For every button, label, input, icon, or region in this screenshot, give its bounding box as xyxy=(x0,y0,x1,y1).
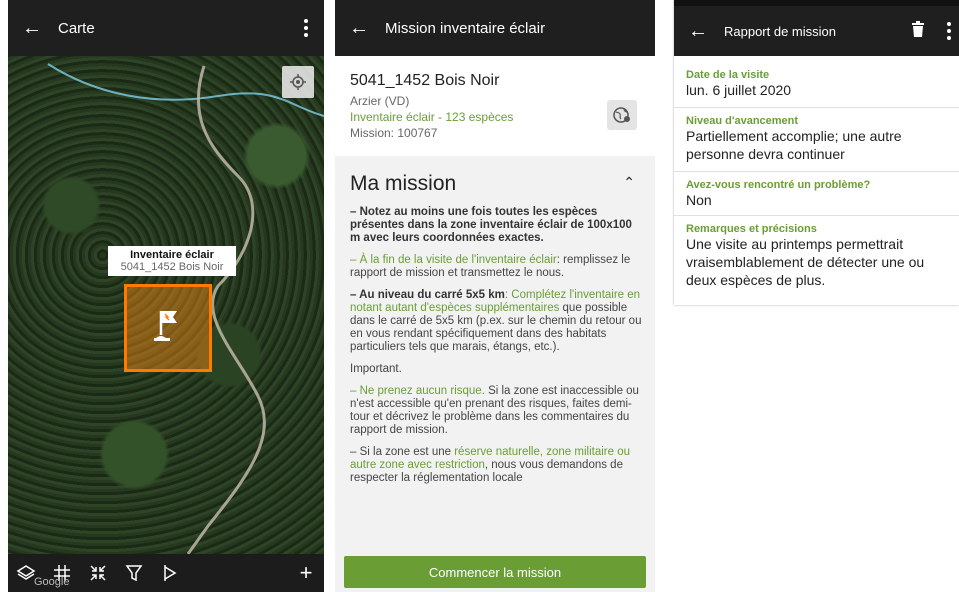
callout-title: Inventaire éclair xyxy=(130,249,214,261)
add-button[interactable]: + xyxy=(288,560,324,586)
start-mission-button[interactable]: Commencer la mission xyxy=(344,556,646,588)
globe-pin-icon xyxy=(613,107,630,123)
field-value: lun. 6 juillet 2020 xyxy=(686,82,792,98)
important-heading: Important. xyxy=(350,363,402,375)
map-app-bar: ← Carte xyxy=(8,0,324,56)
instruction-5-start: – Si la zone est une xyxy=(350,446,455,458)
page-title: Rapport de mission xyxy=(724,23,836,39)
field-value: Partiellement accomplie; une autre perso… xyxy=(686,128,902,162)
inventory-summary: Inventaire éclair - 123 espèces xyxy=(350,110,514,124)
zone-callout[interactable]: Inventaire éclair 5041_1452 Bois Noir xyxy=(108,246,236,276)
page-title: Carte xyxy=(58,19,95,37)
collapse-icon[interactable] xyxy=(80,554,116,592)
site-name: 5041_1452 Bois Noir xyxy=(350,72,500,89)
filter-icon[interactable] xyxy=(116,554,152,592)
instruction-2-highlight: – À la fin de la visite de l'inventaire … xyxy=(350,254,557,266)
mission-app-bar: ← Mission inventaire éclair xyxy=(335,0,655,56)
instruction-1: – Notez au moins une fois toutes les esp… xyxy=(350,206,632,244)
map-location-button[interactable] xyxy=(607,100,637,130)
instruction-5: – Si la zone est une réserve naturelle, … xyxy=(350,446,642,485)
problem-field[interactable]: Avez-vous rencontré un problème? Non xyxy=(674,176,959,216)
google-watermark: Google xyxy=(34,576,70,588)
field-value: Non xyxy=(686,192,712,208)
more-vert-icon[interactable] xyxy=(947,22,951,40)
field-label: Remarques et précisions xyxy=(686,223,817,235)
chevron-up-icon[interactable]: ⌃ xyxy=(623,174,635,191)
report-app-bar: ← Rapport de mission xyxy=(674,6,959,56)
mission-instructions: – Notez au moins une fois toutes les esp… xyxy=(350,206,642,494)
site-card: 5041_1452 Bois Noir Arzier (VD) Inventai… xyxy=(335,56,655,156)
back-arrow-icon[interactable]: ← xyxy=(347,17,371,40)
more-vert-icon[interactable] xyxy=(304,19,308,37)
report-screen: ← Rapport de mission Date de la visite l… xyxy=(674,0,959,305)
my-location-button[interactable] xyxy=(282,66,314,98)
mission-id: Mission: 100767 xyxy=(350,126,438,140)
instruction-3: – Au niveau du carré 5x5 km: Complétez l… xyxy=(350,289,642,354)
instruction-3-bold: – Au niveau du carré 5x5 km xyxy=(350,289,505,301)
site-location: Arzier (VD) xyxy=(350,94,410,108)
navigate-icon[interactable] xyxy=(152,554,188,592)
page-title: Mission inventaire éclair xyxy=(385,19,546,37)
inventory-zone[interactable] xyxy=(124,284,212,372)
progress-level-field[interactable]: Niveau d'avancement Partiellement accomp… xyxy=(674,112,959,172)
flag-icon xyxy=(154,311,177,341)
field-label: Date de la visite xyxy=(686,69,770,81)
trash-icon[interactable] xyxy=(911,20,925,43)
map-screen: ← Carte Inventaire éclair 5041_1452 Bois… xyxy=(8,0,324,592)
back-arrow-icon[interactable]: ← xyxy=(686,20,710,43)
back-arrow-icon[interactable]: ← xyxy=(20,17,44,40)
field-label: Avez-vous rencontré un problème? xyxy=(686,179,871,191)
callout-subtitle: 5041_1452 Bois Noir xyxy=(120,261,224,273)
mission-screen: ← Mission inventaire éclair 5041_1452 Bo… xyxy=(335,0,655,592)
section-title: Ma mission xyxy=(350,172,457,195)
field-label: Niveau d'avancement xyxy=(686,115,799,127)
field-value: Une visite au printemps permettrait vrai… xyxy=(686,236,925,288)
crosshair-icon xyxy=(290,74,306,90)
instruction-4-highlight: – Ne prenez aucun risque. xyxy=(350,385,485,397)
instruction-2: – À la fin de la visite de l'inventaire … xyxy=(350,254,642,280)
remarks-field[interactable]: Remarques et précisions Une visite au pr… xyxy=(674,220,959,296)
visit-date-field[interactable]: Date de la visite lun. 6 juillet 2020 xyxy=(674,66,959,108)
instruction-4: – Ne prenez aucun risque. Si la zone est… xyxy=(350,385,642,437)
